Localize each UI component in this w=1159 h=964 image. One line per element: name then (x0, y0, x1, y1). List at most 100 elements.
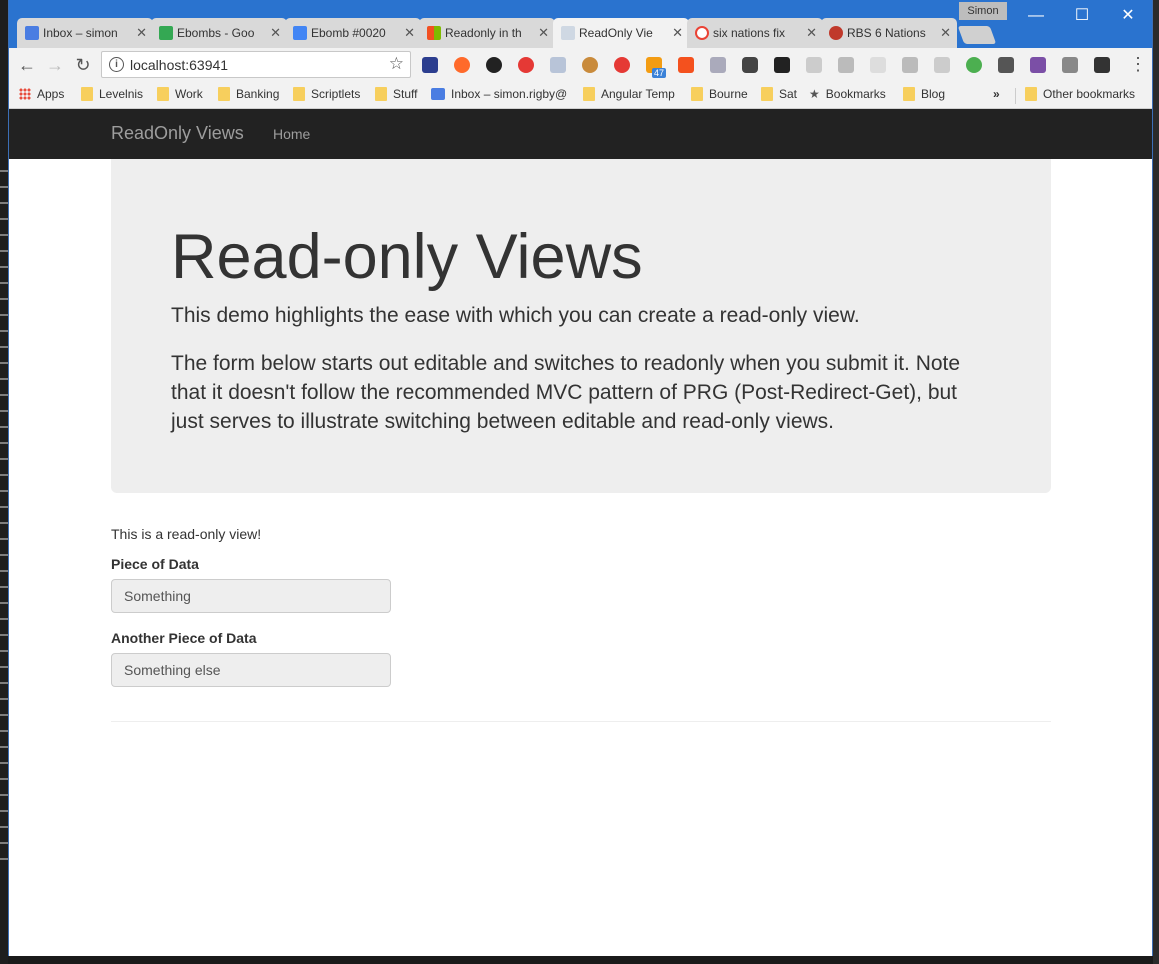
field-label-piece-of-data: Piece of Data (111, 556, 199, 572)
tab-ebomb-doc[interactable]: Ebomb #0020 ✕ (285, 18, 421, 48)
apps-icon (19, 88, 31, 100)
another-piece-of-data-field[interactable]: Something else (111, 653, 391, 687)
rbs-icon (829, 26, 843, 40)
folder-icon (157, 87, 169, 101)
close-icon[interactable]: ✕ (136, 18, 147, 48)
background-app-text (0, 170, 8, 870)
extension-icon[interactable] (902, 57, 918, 73)
close-window-icon[interactable]: ✕ (1105, 2, 1151, 30)
nav-home-link[interactable]: Home (273, 126, 310, 142)
reload-icon[interactable]: ↻ (71, 53, 95, 77)
bookmark-scriptlets[interactable]: Scriptlets (293, 87, 360, 101)
extension-icon[interactable] (1062, 57, 1078, 73)
maximize-icon[interactable]: ☐ (1059, 2, 1105, 30)
bookmark-work[interactable]: Work (157, 87, 203, 101)
jumbotron: Read-only Views This demo highlights the… (111, 159, 1051, 493)
folder-icon (691, 87, 703, 101)
tab-title: six nations fix (713, 26, 786, 40)
piece-of-data-field[interactable]: Something (111, 579, 391, 613)
bookmarks-overflow-button[interactable]: » (993, 87, 1000, 101)
extension-icon[interactable] (966, 57, 982, 73)
new-tab-button[interactable] (957, 26, 997, 44)
bookmark-bookmarks[interactable]: ★ Bookmarks (809, 87, 886, 101)
bookmark-bourne[interactable]: Bourne (691, 87, 748, 101)
mail-icon (25, 26, 39, 40)
bookmark-inbox[interactable]: Inbox – simon.rigby@ (431, 87, 567, 101)
extension-icon[interactable] (870, 57, 886, 73)
forward-icon[interactable]: → (43, 53, 67, 77)
window-bottom-edge (8, 956, 1153, 964)
extension-icon[interactable] (1094, 57, 1110, 73)
tab-ebombs[interactable]: Ebombs - Goo ✕ (151, 18, 287, 48)
address-bar[interactable]: i localhost:63941 ☆ (101, 51, 411, 78)
tab-title: RBS 6 Nations (847, 26, 926, 40)
tab-six-nations[interactable]: six nations fix ✕ (687, 18, 823, 48)
cookie-icon[interactable] (582, 57, 598, 73)
layers-icon[interactable] (774, 57, 790, 73)
close-icon[interactable]: ✕ (538, 18, 549, 48)
bookmark-banking[interactable]: Banking (218, 87, 279, 101)
bookmark-sat[interactable]: Sat (761, 87, 797, 101)
extension-icon[interactable] (934, 57, 950, 73)
folder-icon (375, 87, 387, 101)
star-icon: ★ (809, 87, 820, 101)
folder-icon (218, 87, 230, 101)
description-text: The form below starts out editable and s… (171, 352, 961, 433)
puzzle-icon[interactable] (710, 57, 726, 73)
gear-icon[interactable] (486, 57, 502, 73)
microsoft-icon (427, 26, 441, 40)
tab-title: ReadOnly Vie (579, 26, 653, 40)
address-text[interactable]: localhost:63941 (130, 57, 228, 73)
close-icon[interactable]: ✕ (672, 18, 683, 48)
page-title: Read-only Views (171, 222, 643, 292)
close-icon[interactable]: ✕ (806, 18, 817, 48)
folder-icon (293, 87, 305, 101)
bookmark-levelnis[interactable]: Levelnis (81, 87, 143, 101)
tab-title: Readonly in th (445, 26, 522, 40)
extension-icon[interactable] (1030, 57, 1046, 73)
tab-strip: Inbox – simon ✕ Ebombs - Goo ✕ Ebomb #00… (9, 0, 1152, 49)
bookmark-blog[interactable]: Blog (903, 87, 945, 101)
bookmark-other[interactable]: Other bookmarks (1025, 87, 1135, 101)
bookmark-stuff[interactable]: Stuff (375, 87, 417, 101)
profile-button[interactable]: Simon (959, 2, 1007, 20)
tab-readonly-search[interactable]: Readonly in th ✕ (419, 18, 555, 48)
folder-icon (761, 87, 773, 101)
close-icon[interactable]: ✕ (270, 18, 281, 48)
readonly-note: This is a read-only view! (111, 526, 262, 542)
close-icon[interactable]: ✕ (404, 18, 415, 48)
tab-inbox[interactable]: Inbox – simon ✕ (17, 18, 153, 48)
opera-icon[interactable] (518, 57, 534, 73)
folder-icon (81, 87, 93, 101)
pocket-icon[interactable] (742, 57, 758, 73)
back-icon[interactable]: ← (15, 53, 39, 77)
page-icon (561, 26, 575, 40)
bookmark-apps[interactable]: Apps (19, 87, 64, 101)
tab-title: Inbox – simon (43, 26, 118, 40)
bookmark-star-icon[interactable]: ☆ (389, 54, 404, 74)
extension-icon[interactable] (614, 57, 630, 73)
bookmarks-bar: Apps Levelnis Work Banking Scriptlets St… (9, 82, 1152, 109)
minimize-icon[interactable]: — (1013, 2, 1059, 30)
field-label-another-piece-of-data: Another Piece of Data (111, 630, 257, 646)
bookmark-angular-temp[interactable]: Angular Temp (583, 87, 675, 101)
tab-rbs[interactable]: RBS 6 Nations ✕ (821, 18, 957, 48)
navbar-brand[interactable]: ReadOnly Views (111, 123, 244, 144)
close-icon[interactable]: ✕ (940, 18, 951, 48)
google-icon (695, 26, 709, 40)
folder-icon (583, 87, 595, 101)
more-menu-icon[interactable]: ⋮ (1129, 54, 1147, 75)
tab-readonly-views[interactable]: ReadOnly Vie ✕ (553, 18, 689, 49)
browser-window: Inbox – simon ✕ Ebombs - Goo ✕ Ebomb #00… (8, 0, 1153, 956)
extension-icon[interactable] (806, 57, 822, 73)
mail-icon[interactable] (998, 57, 1014, 73)
rss-badge: 47 (652, 68, 667, 78)
extension-icon[interactable] (454, 57, 470, 73)
angular-icon[interactable] (838, 57, 854, 73)
chart-icon[interactable] (678, 57, 694, 73)
extension-icon[interactable] (550, 57, 566, 73)
docs-icon (293, 26, 307, 40)
extension-icon[interactable] (422, 57, 438, 73)
info-icon[interactable]: i (109, 57, 124, 72)
divider (111, 721, 1051, 722)
